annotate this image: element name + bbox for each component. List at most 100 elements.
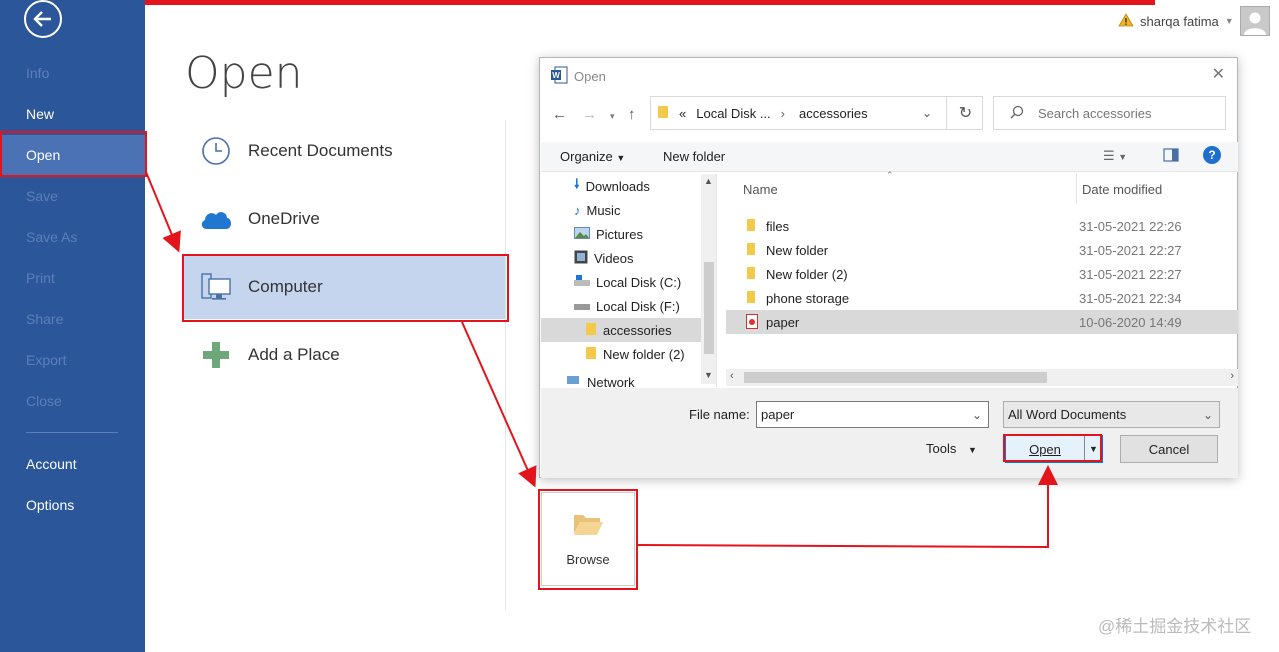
- sidebar-item-share[interactable]: Share: [0, 299, 145, 339]
- file-name: paper: [766, 314, 800, 330]
- tree-item-downloads[interactable]: 🠗 Downloads: [574, 174, 650, 198]
- search-placeholder: Search accessories: [1038, 105, 1152, 121]
- annotation-box-computer: [182, 254, 509, 322]
- scroll-left-icon[interactable]: ‹: [730, 370, 734, 382]
- place-onedrive[interactable]: OneDrive: [184, 187, 506, 251]
- music-icon: ♪: [574, 202, 581, 218]
- help-icon[interactable]: ?: [1203, 146, 1221, 164]
- tools-button[interactable]: Tools ▼: [926, 441, 977, 456]
- sidebar-item-options[interactable]: Options: [0, 485, 145, 525]
- column-header-date-modified[interactable]: Date modified: [1082, 182, 1162, 197]
- tree-label: Downloads: [585, 178, 650, 194]
- tree-label: Network: [587, 374, 635, 388]
- breadcrumb-accessories[interactable]: accessories: [799, 106, 868, 121]
- address-bar[interactable]: « Local Disk ... › accessories ⌄: [650, 96, 983, 130]
- file-type-select[interactable]: All Word Documents ⌄: [1003, 401, 1220, 428]
- folder-icon: [585, 322, 597, 339]
- organize-label: Organize: [560, 149, 613, 164]
- back-icon[interactable]: ←: [552, 106, 567, 123]
- view-options-icon[interactable]: ☰ ▼: [1103, 148, 1127, 164]
- tree-item-new-folder-2[interactable]: New folder (2): [585, 342, 685, 366]
- scroll-up-icon[interactable]: ▲: [704, 176, 713, 186]
- new-folder-button[interactable]: New folder: [663, 149, 725, 164]
- file-list: Name ⌃ Date modified files 31-05-2021 22…: [726, 170, 1238, 388]
- cancel-button[interactable]: Cancel: [1120, 435, 1218, 463]
- path-prefix: «: [679, 105, 687, 121]
- tree-item-accessories[interactable]: accessories: [541, 318, 701, 342]
- tree-label: Pictures: [596, 226, 643, 242]
- chevron-down-icon[interactable]: ⌄: [922, 106, 932, 120]
- tree-item-local-disk-c[interactable]: Local Disk (C:): [574, 270, 681, 294]
- close-icon[interactable]: ✕: [1212, 64, 1225, 84]
- user-name: sharqa fatima: [1140, 13, 1219, 29]
- refresh-icon[interactable]: ↻: [946, 96, 984, 130]
- tree-item-music[interactable]: ♪ Music: [574, 198, 620, 222]
- open-dialog: W Open ✕ ← → ▾ ↑ « Local Disk ... › acce…: [539, 57, 1238, 478]
- warning-icon: [1118, 12, 1134, 30]
- folder-icon: [746, 218, 756, 235]
- file-name: phone storage: [766, 290, 850, 306]
- tree-label: Music: [586, 202, 621, 218]
- tree-item-videos[interactable]: Videos: [574, 246, 634, 270]
- chevron-down-icon[interactable]: ⌄: [972, 408, 982, 422]
- file-name-label: File name:: [689, 407, 750, 422]
- tools-label: Tools: [926, 441, 957, 456]
- search-icon: [1010, 105, 1024, 122]
- file-date: 10-06-2020 14:49: [1079, 314, 1182, 330]
- sidebar-item-new[interactable]: New: [0, 94, 145, 134]
- place-label: Add a Place: [248, 345, 340, 364]
- breadcrumb-separator: ›: [780, 105, 785, 121]
- forward-icon[interactable]: →: [582, 106, 597, 123]
- back-arrow-icon[interactable]: [24, 0, 62, 38]
- place-recent-documents[interactable]: Recent Documents: [184, 119, 506, 183]
- tree-item-pictures[interactable]: Pictures: [574, 222, 643, 246]
- cloud-icon: [184, 208, 248, 230]
- up-icon[interactable]: ↑: [628, 106, 636, 123]
- user-account-area[interactable]: sharqa fatima ▼: [1118, 6, 1270, 36]
- file-date: 31-05-2021 22:27: [1079, 242, 1182, 258]
- word-icon: W: [550, 66, 568, 87]
- sidebar-item-save-as[interactable]: Save As: [0, 217, 145, 257]
- horizontal-scroll-thumb[interactable]: [744, 372, 1047, 383]
- disk-icon: [574, 299, 590, 314]
- folder-icon: [746, 290, 756, 307]
- file-row[interactable]: New folder 31-05-2021 22:27: [736, 238, 1238, 262]
- tree-label: Local Disk (F:): [596, 298, 680, 314]
- tree-item-network[interactable]: Network: [565, 370, 635, 387]
- recent-locations-chevron-icon[interactable]: ▾: [610, 111, 615, 122]
- file-name-input[interactable]: paper ⌄: [756, 401, 989, 428]
- file-name: New folder: [766, 242, 829, 258]
- tree-label: Local Disk (C:): [596, 274, 682, 290]
- breadcrumb-local-disk[interactable]: Local Disk ...: [696, 106, 770, 121]
- file-row[interactable]: New folder (2) 31-05-2021 22:27: [736, 262, 1238, 286]
- organize-button[interactable]: Organize ▼: [560, 149, 625, 164]
- videos-icon: [574, 250, 588, 267]
- file-row[interactable]: files 31-05-2021 22:26: [736, 214, 1238, 238]
- sidebar-item-export[interactable]: Export: [0, 340, 145, 380]
- sidebar-item-save[interactable]: Save: [0, 176, 145, 216]
- file-name: New folder (2): [766, 266, 848, 282]
- tree-item-local-disk-f[interactable]: Local Disk (F:): [574, 294, 680, 318]
- sidebar-item-print[interactable]: Print: [0, 258, 145, 298]
- column-header-name[interactable]: Name: [743, 182, 778, 197]
- place-add-a-place[interactable]: Add a Place: [184, 323, 506, 387]
- watermark-text: @稀土掘金技术社区: [1098, 617, 1252, 636]
- file-row-selected[interactable]: paper 10-06-2020 14:49: [726, 310, 1238, 334]
- preview-pane-icon[interactable]: [1163, 148, 1179, 165]
- plus-icon: [184, 341, 248, 369]
- folder-icon: [746, 242, 756, 259]
- disk-icon: [574, 274, 590, 290]
- file-row[interactable]: phone storage 31-05-2021 22:34: [736, 286, 1238, 310]
- sidebar-item-account[interactable]: Account: [0, 444, 145, 484]
- sidebar-divider: [26, 432, 118, 433]
- file-date: 31-05-2021 22:26: [1079, 218, 1182, 234]
- sidebar-item-close[interactable]: Close: [0, 381, 145, 421]
- sidebar-item-info[interactable]: Info: [0, 53, 145, 93]
- scroll-down-icon[interactable]: ▼: [704, 370, 713, 380]
- folder-icon: [746, 266, 756, 283]
- scroll-right-icon[interactable]: ›: [1230, 370, 1234, 382]
- horizontal-scrollbar[interactable]: ‹ ›: [726, 369, 1238, 386]
- tree-scrollbar[interactable]: ▲ ▼: [701, 174, 716, 384]
- search-box[interactable]: Search accessories: [993, 96, 1226, 130]
- tree-scroll-thumb[interactable]: [704, 262, 714, 354]
